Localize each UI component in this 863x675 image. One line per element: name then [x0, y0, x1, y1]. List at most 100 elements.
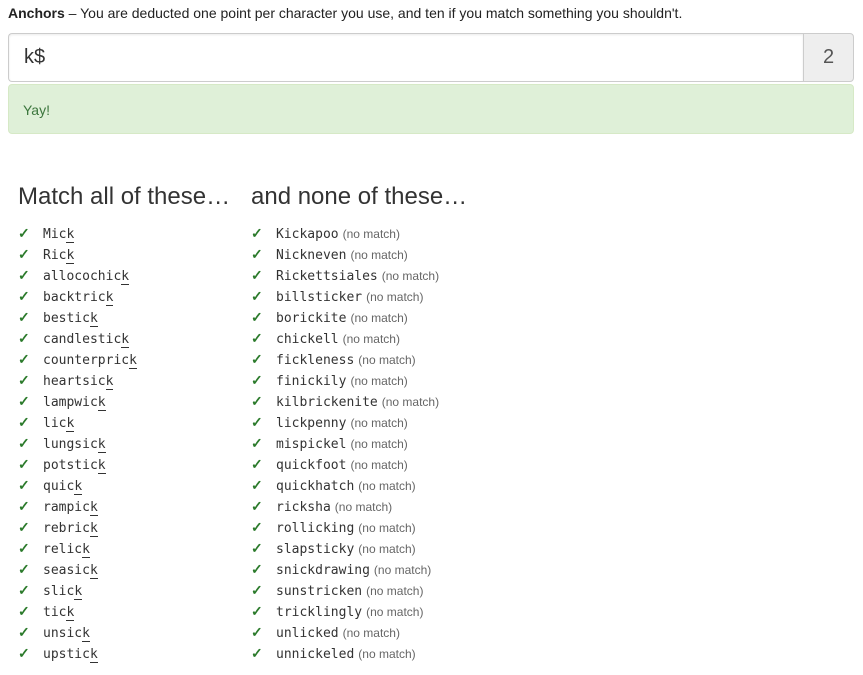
nomatch-word: mispickel [276, 437, 347, 452]
nomatch-word: fickleness [276, 353, 355, 368]
nomatch-item: ✓ borickite (no match) [251, 307, 467, 328]
nomatch-word: quickfoot [276, 458, 347, 473]
nomatch-item: ✓ Kickapoo (no match) [251, 223, 467, 244]
match-word-prefix: Mic [43, 227, 67, 242]
match-word: upstick [43, 647, 98, 663]
nomatch-word: billsticker [276, 290, 363, 305]
nomatch-word: sunstricken [276, 584, 363, 599]
check-icon: ✓ [18, 309, 30, 325]
match-item: ✓ backtrick [18, 286, 230, 307]
no-match-label: (no match) [381, 269, 440, 283]
no-match-label: (no match) [358, 542, 416, 556]
match-word: lampwick [43, 395, 106, 411]
no-match-label: (no match) [342, 626, 400, 640]
match-item: ✓ bestick [18, 307, 230, 328]
match-item: ✓ lungsick [18, 433, 230, 454]
match-word-prefix: lungsic [43, 437, 98, 452]
check-icon: ✓ [18, 246, 30, 262]
check-icon: ✓ [18, 561, 30, 577]
nomatch-word: unnickeled [276, 647, 355, 662]
check-icon: ✓ [251, 351, 263, 367]
check-icon: ✓ [251, 540, 263, 556]
match-highlight: k [89, 563, 98, 579]
match-highlight: k [89, 500, 98, 516]
match-item: ✓ lick [18, 412, 230, 433]
score-badge: 2 [803, 33, 854, 82]
nomatch-word: rollicking [276, 521, 355, 536]
nomatch-item: ✓ lickpenny (no match) [251, 412, 467, 433]
no-match-label: (no match) [350, 416, 408, 430]
regex-input[interactable] [8, 33, 803, 82]
nomatch-item: ✓ fickleness (no match) [251, 349, 467, 370]
no-match-label: (no match) [350, 374, 408, 388]
check-icon: ✓ [251, 267, 263, 283]
match-word: potstick [43, 458, 106, 474]
match-word-prefix: heartsic [43, 374, 106, 389]
nomatch-heading: and none of these… [251, 183, 468, 210]
nomatch-item: ✓ ricksha (no match) [251, 496, 467, 517]
match-word: Rick [43, 248, 75, 264]
nomatch-word: finickily [276, 374, 347, 389]
match-item: ✓ unsick [18, 622, 230, 643]
check-icon: ✓ [18, 645, 30, 661]
nomatch-item: ✓ unnickeled (no match) [251, 643, 467, 664]
match-word-prefix: upstic [43, 647, 90, 662]
match-item: ✓ seasick [18, 559, 230, 580]
check-icon: ✓ [251, 246, 263, 262]
no-match-label: (no match) [373, 563, 432, 577]
check-icon: ✓ [18, 540, 30, 556]
match-word-prefix: bestic [43, 311, 90, 326]
match-item: ✓ rebrick [18, 517, 230, 538]
match-list: ✓ Mick ✓ Rick ✓ allocochick ✓ backtrick ✓ bestick… [18, 223, 230, 664]
nomatch-word: slapsticky [276, 542, 355, 557]
check-icon: ✓ [18, 624, 30, 640]
no-match-label: (no match) [350, 458, 408, 472]
match-word: relick [43, 542, 90, 558]
no-match-label: (no match) [334, 500, 393, 514]
match-word-prefix: quic [43, 479, 75, 494]
match-word-prefix: backtric [43, 290, 106, 305]
success-alert: Yay! [8, 84, 854, 134]
nomatch-item: ✓ tricklingly (no match) [251, 601, 467, 622]
regex-input-group: 2 [8, 33, 854, 82]
match-item: ✓ counterprick [18, 349, 230, 370]
check-icon: ✓ [18, 603, 30, 619]
check-icon: ✓ [18, 519, 30, 535]
match-word-prefix: allocochic [43, 269, 122, 284]
check-icon: ✓ [251, 414, 263, 430]
nomatch-item: ✓ unlicked (no match) [251, 622, 467, 643]
check-icon: ✓ [251, 225, 263, 241]
match-item: ✓ relick [18, 538, 230, 559]
match-highlight: k [89, 647, 98, 663]
match-word-prefix: unsic [43, 626, 83, 641]
check-icon: ✓ [251, 456, 263, 472]
match-highlight: k [97, 437, 106, 453]
match-word-prefix: candlestic [43, 332, 122, 347]
match-highlight: k [97, 458, 106, 474]
check-icon: ✓ [18, 225, 30, 241]
check-icon: ✓ [18, 414, 30, 430]
match-highlight: k [89, 311, 98, 327]
no-match-label: (no match) [381, 395, 440, 409]
challenge-title: Anchors [8, 5, 65, 21]
match-item: ✓ heartsick [18, 370, 230, 391]
nomatch-item: ✓ Nickneven (no match) [251, 244, 467, 265]
match-item: ✓ lampwick [18, 391, 230, 412]
match-word: backtrick [43, 290, 114, 306]
check-icon: ✓ [18, 267, 30, 283]
check-icon: ✓ [18, 435, 30, 451]
nomatch-item: ✓ chickell (no match) [251, 328, 467, 349]
nomatch-word: Nickneven [276, 248, 347, 263]
nomatch-item: ✓ slapsticky (no match) [251, 538, 467, 559]
nomatch-list: ✓ Kickapoo (no match) ✓ Nickneven (no match) ✓… [251, 223, 467, 664]
no-match-label: (no match) [358, 647, 416, 661]
nomatch-item: ✓ sunstricken (no match) [251, 580, 467, 601]
check-icon: ✓ [251, 498, 263, 514]
nomatch-word: unlicked [276, 626, 339, 641]
nomatch-item: ✓ mispickel (no match) [251, 433, 467, 454]
nomatch-word: kilbrickenite [276, 395, 378, 410]
no-match-label: (no match) [342, 332, 400, 346]
no-match-label: (no match) [358, 521, 416, 535]
match-word: rampick [43, 500, 98, 516]
match-highlight: k [74, 584, 83, 600]
